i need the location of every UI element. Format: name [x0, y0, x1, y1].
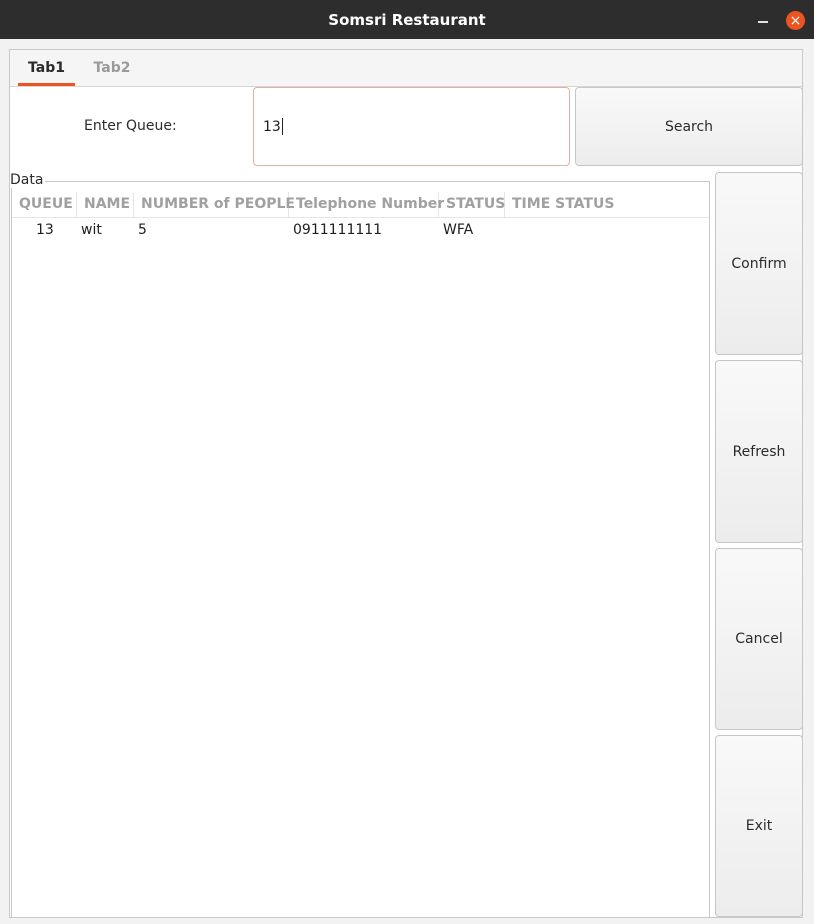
tab-tab1[interactable]: Tab1	[18, 50, 75, 86]
cell-name: wit	[81, 222, 102, 238]
queue-input[interactable]: 13	[253, 87, 570, 166]
close-icon: ×	[789, 12, 802, 29]
queue-input-value: 13	[263, 118, 281, 135]
column-header-name[interactable]: NAME	[77, 192, 134, 217]
column-header-status[interactable]: STATUS	[439, 192, 505, 217]
queue-label: Enter Queue:	[84, 118, 177, 134]
close-button[interactable]: ×	[786, 11, 805, 30]
cell-number-of-people: 5	[138, 222, 147, 238]
confirm-button[interactable]: Confirm	[715, 172, 803, 355]
data-table[interactable]: QUEUE NAME NUMBER of PEOPLE Telephone Nu…	[11, 181, 710, 918]
cell-queue: 13	[36, 222, 54, 238]
column-header-queue[interactable]: QUEUE	[12, 192, 77, 217]
tab-tab2[interactable]: Tab2	[84, 50, 140, 86]
refresh-button[interactable]: Refresh	[715, 360, 803, 543]
minimize-icon	[758, 21, 768, 23]
cell-status: WFA	[443, 222, 474, 238]
data-group-label: Data	[10, 172, 46, 188]
tab-bar: Tab1 Tab2	[10, 50, 802, 87]
table-header: QUEUE NAME NUMBER of PEOPLE Telephone Nu…	[12, 192, 709, 218]
column-header-telephone-number[interactable]: Telephone Number	[289, 192, 444, 217]
title-bar: Somsri Restaurant ×	[0, 0, 814, 39]
cancel-button[interactable]: Cancel	[715, 548, 803, 730]
exit-button[interactable]: Exit	[715, 735, 803, 917]
column-header-time-status[interactable]: TIME STATUS	[505, 192, 615, 217]
text-caret	[281, 118, 283, 135]
cell-telephone-number: 0911111111	[293, 222, 383, 238]
minimize-button[interactable]	[754, 10, 772, 28]
search-button[interactable]: Search	[575, 87, 803, 166]
table-row[interactable]: 13 wit 5 0911111111 WFA	[12, 220, 709, 240]
window-title: Somsri Restaurant	[328, 10, 486, 29]
column-header-number-of-people[interactable]: NUMBER of PEOPLE	[134, 192, 295, 217]
